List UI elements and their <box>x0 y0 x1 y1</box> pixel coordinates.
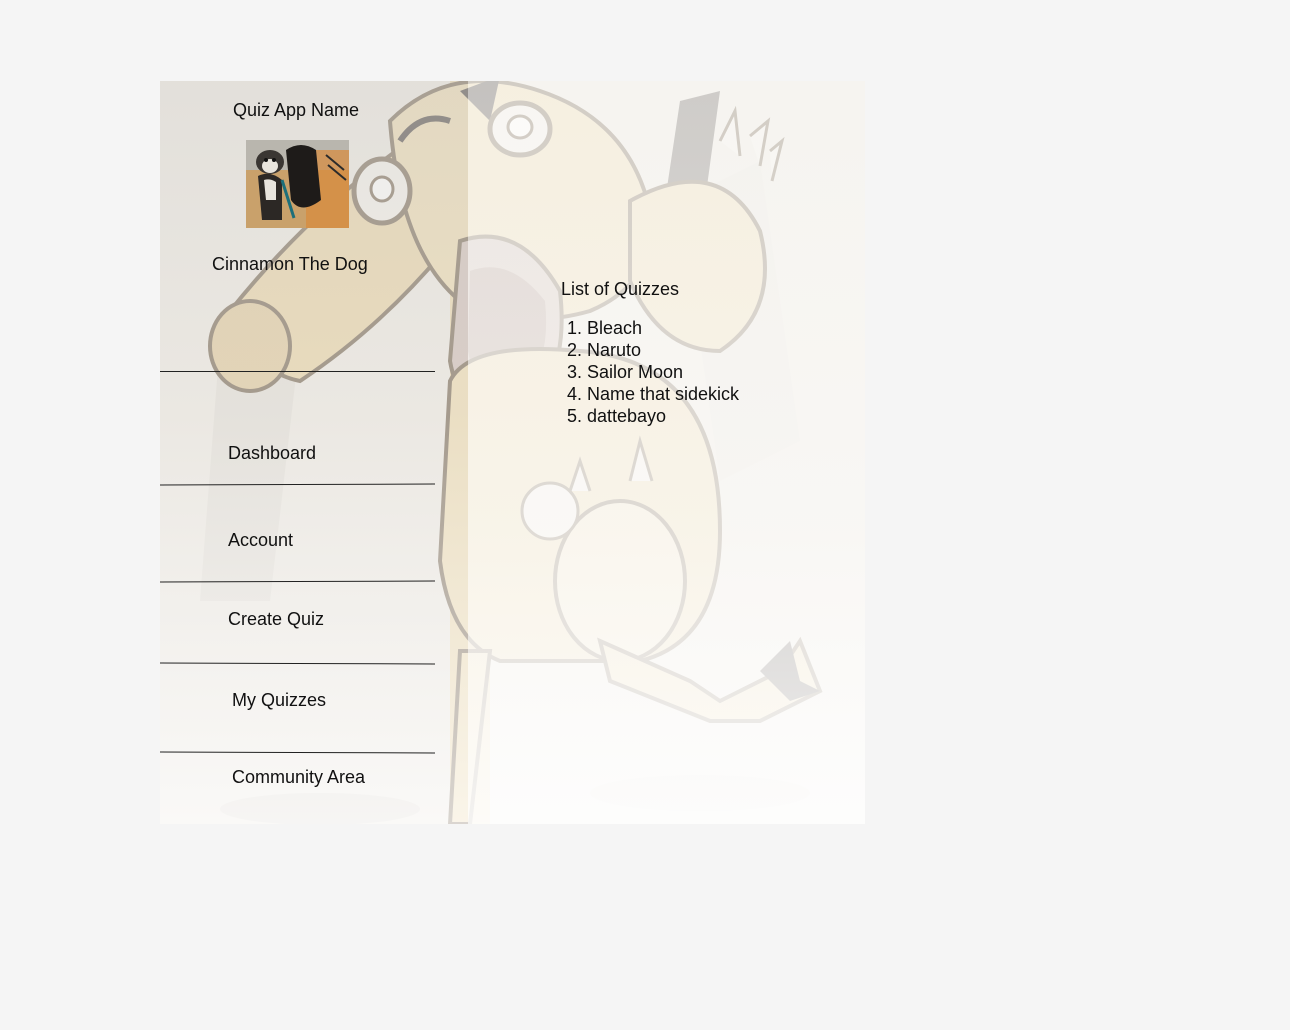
user-avatar[interactable] <box>246 140 349 228</box>
app-name: Quiz App Name <box>233 100 360 120</box>
quiz-list: Bleach Naruto Sailor Moon Name that side… <box>561 317 739 427</box>
content-overlay <box>468 81 865 824</box>
app-frame: Quiz App Name Cinnamon The Dog Dashboard… <box>160 81 865 824</box>
nav-dashboard[interactable]: Dashboard <box>228 443 316 464</box>
user-name: Cinnamon The Dog <box>212 254 368 274</box>
quiz-item[interactable]: Bleach <box>587 317 739 339</box>
sidebar-divider <box>160 371 435 372</box>
nav-community-area[interactable]: Community Area <box>232 767 365 788</box>
dog-photo-icon <box>246 140 349 228</box>
quiz-item[interactable]: Name that sidekick <box>587 383 739 405</box>
nav-account[interactable]: Account <box>228 530 293 551</box>
quiz-item[interactable]: dattebayo <box>587 405 739 427</box>
quiz-item[interactable]: Naruto <box>587 339 739 361</box>
quiz-list-title: List of Quizzes <box>561 279 680 299</box>
nav-create-quiz[interactable]: Create Quiz <box>228 609 324 630</box>
quiz-item[interactable]: Sailor Moon <box>587 361 739 383</box>
nav-my-quizzes[interactable]: My Quizzes <box>232 690 326 711</box>
